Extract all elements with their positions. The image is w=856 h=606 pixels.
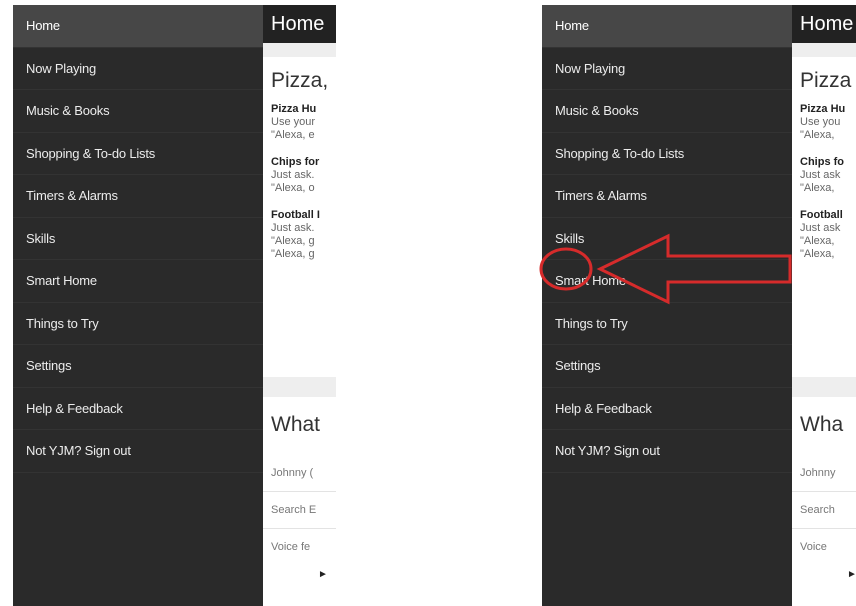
card-title: Pizza,: [271, 69, 329, 92]
sidebar-item-label: Settings: [26, 358, 72, 374]
sidebar-item-label: Music & Books: [555, 103, 639, 119]
sidebar-item-now-playing[interactable]: Now Playing: [13, 48, 263, 90]
sidebar-item-label: Skills: [26, 230, 56, 246]
suggestion-title: Chips for: [271, 156, 320, 168]
suggestion-title: Football: [800, 209, 843, 221]
sidebar-item-label: Home: [555, 18, 589, 34]
play-icon[interactable]: ►: [792, 565, 856, 585]
activity-card: What Johnny ( Search E Voice fe ►: [263, 397, 336, 606]
left-screenshot-panel: Home Now Playing Music & Books Shopping …: [13, 5, 336, 606]
sidebar-item-home[interactable]: Home: [13, 5, 263, 48]
sidebar-item-help-feedback[interactable]: Help & Feedback: [542, 388, 792, 430]
sidebar-item-skills[interactable]: Skills: [13, 218, 263, 260]
sidebar-item-label: Help & Feedback: [555, 400, 652, 416]
suggestion-card: Pizza Pizza Hu Use you "Alexa, Chips fo …: [792, 57, 856, 377]
sidebar-item-timers-alarms[interactable]: Timers & Alarms: [13, 175, 263, 218]
voice-feedback-label: Voice fe: [271, 541, 311, 553]
sidebar-item-now-playing[interactable]: Now Playing: [542, 48, 792, 90]
main-content: Home Pizza, Pizza Hu Use your "Alexa, e …: [263, 5, 336, 606]
suggestion-text: "Alexa,: [800, 248, 835, 260]
suggestion-item[interactable]: Football I Just ask. "Alexa, g "Alexa, g: [263, 209, 336, 261]
card-title: What: [271, 413, 321, 436]
suggestion-card: Pizza, Pizza Hu Use your "Alexa, e Chips…: [263, 57, 336, 377]
suggestion-title: Chips fo: [800, 156, 844, 168]
play-icon[interactable]: ►: [263, 565, 336, 585]
sidebar-item-shopping-lists[interactable]: Shopping & To-do Lists: [542, 133, 792, 175]
sidebar-menu: Home Now Playing Music & Books Shopping …: [13, 5, 263, 606]
suggestion-item[interactable]: Chips for Just ask. "Alexa, o: [263, 156, 336, 195]
voice-feedback-label: Voice: [800, 541, 827, 553]
sidebar-item-label: Smart Home: [26, 273, 97, 289]
suggestion-text: Use your: [271, 116, 316, 128]
sidebar-item-label: Shopping & To-do Lists: [555, 145, 685, 161]
suggestion-item[interactable]: Football Just ask "Alexa, "Alexa,: [792, 209, 856, 261]
sidebar-item-skills[interactable]: Skills: [542, 218, 792, 260]
search-input[interactable]: Search: [792, 492, 856, 529]
sidebar-item-settings[interactable]: Settings: [13, 345, 263, 388]
page-title: Home: [792, 5, 856, 43]
suggestion-text: Use you: [800, 116, 841, 128]
sidebar-item-label: Now Playing: [26, 60, 97, 76]
suggestion-title: Pizza Hu: [800, 103, 846, 115]
suggestion-text: Just ask: [800, 222, 841, 234]
sidebar-item-label: Help & Feedback: [26, 400, 123, 416]
main-content: Home Pizza Pizza Hu Use you "Alexa, Chip…: [792, 5, 856, 606]
sidebar-item-settings[interactable]: Settings: [542, 345, 792, 388]
sidebar-item-music-books[interactable]: Music & Books: [542, 90, 792, 133]
sidebar-item-label: Now Playing: [555, 60, 626, 76]
suggestion-text: "Alexa,: [800, 129, 835, 141]
sidebar-item-label: Skills: [555, 230, 585, 246]
sidebar-menu: Home Now Playing Music & Books Shopping …: [542, 5, 792, 606]
suggestion-text: Just ask.: [271, 222, 315, 234]
sidebar-item-label: Smart Home: [555, 273, 626, 289]
suggestion-text: "Alexa, e: [271, 129, 315, 141]
sidebar-item-smart-home[interactable]: Smart Home: [542, 260, 792, 303]
user-label: Johnny (: [263, 455, 336, 492]
sidebar-item-smart-home[interactable]: Smart Home: [13, 260, 263, 303]
sidebar-item-things-to-try[interactable]: Things to Try: [542, 303, 792, 345]
sidebar-item-label: Things to Try: [26, 315, 99, 331]
sidebar-item-music-books[interactable]: Music & Books: [13, 90, 263, 133]
sidebar-item-label: Settings: [555, 358, 601, 374]
user-label: Johnny: [792, 455, 856, 492]
sidebar-item-label: Home: [26, 18, 60, 34]
suggestion-title: Football I: [271, 209, 320, 221]
sidebar-item-label: Shopping & To-do Lists: [26, 145, 156, 161]
card-title: Pizza: [800, 69, 852, 92]
suggestion-text: "Alexa, g: [271, 248, 315, 260]
sidebar-item-label: Timers & Alarms: [555, 188, 647, 204]
right-screenshot-panel: Home Now Playing Music & Books Shopping …: [542, 5, 856, 606]
sidebar-item-timers-alarms[interactable]: Timers & Alarms: [542, 175, 792, 218]
activity-card: Wha Johnny Search Voice ►: [792, 397, 856, 606]
sidebar-item-label: Music & Books: [26, 103, 110, 119]
suggestion-title: Pizza Hu: [271, 103, 317, 115]
sidebar-item-label: Things to Try: [555, 315, 628, 331]
sidebar-item-sign-out[interactable]: Not YJM? Sign out: [13, 430, 263, 473]
sidebar-item-help-feedback[interactable]: Help & Feedback: [13, 388, 263, 430]
page-title: Home: [263, 5, 336, 43]
sidebar-item-things-to-try[interactable]: Things to Try: [13, 303, 263, 345]
suggestion-item[interactable]: Pizza Hu Use you "Alexa,: [792, 103, 856, 142]
sidebar-item-label: Not YJM? Sign out: [26, 443, 131, 459]
sidebar-item-shopping-lists[interactable]: Shopping & To-do Lists: [13, 133, 263, 175]
search-input[interactable]: Search E: [263, 492, 336, 529]
suggestion-text: "Alexa, o: [271, 182, 315, 194]
sidebar-item-label: Timers & Alarms: [26, 188, 118, 204]
suggestion-text: Just ask.: [271, 169, 315, 181]
suggestion-text: "Alexa,: [800, 235, 835, 247]
card-title: Wha: [800, 413, 844, 436]
sidebar-item-home[interactable]: Home: [542, 5, 792, 48]
suggestion-text: Just ask: [800, 169, 841, 181]
suggestion-text: "Alexa, g: [271, 235, 315, 247]
suggestion-text: "Alexa,: [800, 182, 835, 194]
suggestion-item[interactable]: Chips fo Just ask "Alexa,: [792, 156, 856, 195]
sidebar-item-sign-out[interactable]: Not YJM? Sign out: [542, 430, 792, 473]
sidebar-item-label: Not YJM? Sign out: [555, 443, 660, 459]
suggestion-item[interactable]: Pizza Hu Use your "Alexa, e: [263, 103, 336, 142]
